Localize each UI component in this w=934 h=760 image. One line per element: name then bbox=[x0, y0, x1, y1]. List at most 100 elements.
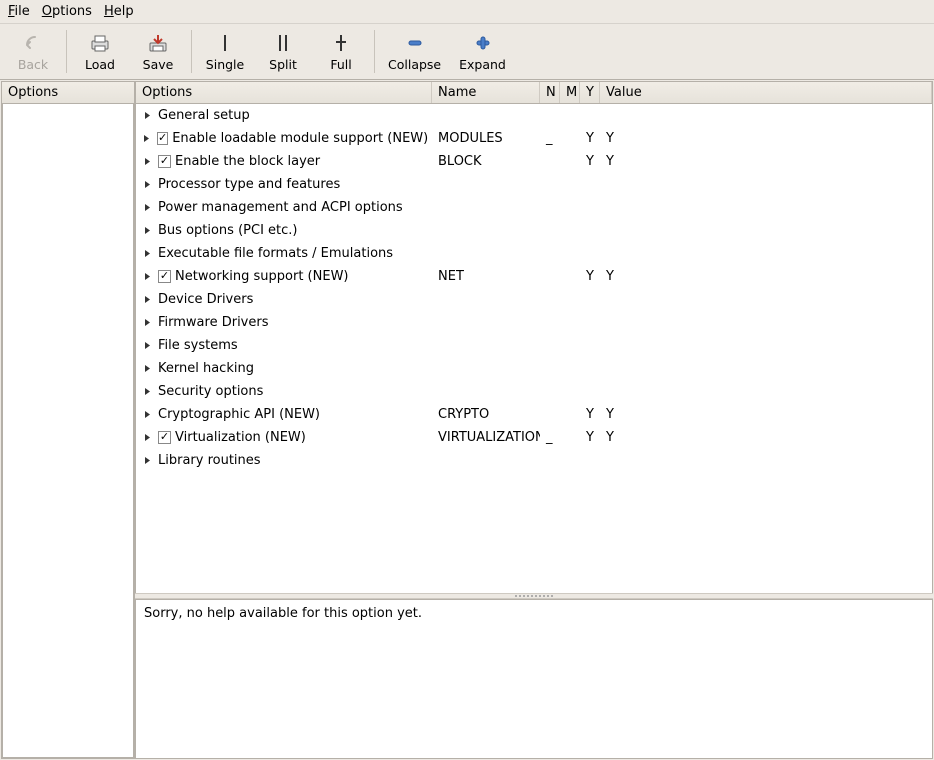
tree-row[interactable]: Device Drivers bbox=[136, 288, 932, 311]
split-view-button[interactable]: Split bbox=[254, 26, 312, 77]
help-text: Sorry, no help available for this option… bbox=[144, 606, 422, 621]
tree-row[interactable]: Executable file formats / Emulations bbox=[136, 242, 932, 265]
name-cell: CRYPTO bbox=[432, 407, 540, 422]
expander-icon[interactable] bbox=[142, 134, 151, 144]
tree-row[interactable]: Networking support (NEW)NETYY bbox=[136, 265, 932, 288]
expander-icon[interactable] bbox=[142, 249, 152, 259]
tree-row[interactable]: Virtualization (NEW)VIRTUALIZATION_YY bbox=[136, 426, 932, 449]
col-header-y[interactable]: Y bbox=[580, 82, 600, 103]
option-cell: Kernel hacking bbox=[136, 361, 432, 376]
tree-row[interactable]: Processor type and features bbox=[136, 173, 932, 196]
option-cell: Enable loadable module support (NEW) bbox=[136, 131, 432, 146]
expander-icon[interactable] bbox=[142, 387, 152, 397]
plus-icon bbox=[471, 31, 495, 55]
expander-icon[interactable] bbox=[142, 226, 152, 236]
option-checkbox[interactable] bbox=[158, 431, 171, 444]
value-cell: Y bbox=[600, 154, 932, 169]
option-label: Kernel hacking bbox=[158, 361, 254, 376]
tree-row[interactable]: Bus options (PCI etc.) bbox=[136, 219, 932, 242]
tree-row[interactable]: Cryptographic API (NEW) CRYPTO YY bbox=[136, 403, 932, 426]
left-header-options[interactable]: Options bbox=[2, 82, 134, 103]
expand-button[interactable]: Expand bbox=[450, 26, 515, 77]
right-pane: Options Name N M Y Value General setup En… bbox=[135, 81, 933, 759]
tree-row[interactable]: Kernel hacking bbox=[136, 357, 932, 380]
expander-icon[interactable] bbox=[142, 295, 152, 305]
option-label: File systems bbox=[158, 338, 238, 353]
expander-icon[interactable] bbox=[142, 318, 152, 328]
value-cell: Y bbox=[600, 430, 932, 445]
expander-icon[interactable] bbox=[142, 433, 152, 443]
tree-row[interactable]: Firmware Drivers bbox=[136, 311, 932, 334]
content-area: Options Options Name N M Y Value General… bbox=[0, 80, 934, 760]
option-label: Virtualization (NEW) bbox=[175, 430, 306, 445]
tree-row[interactable]: File systems bbox=[136, 334, 932, 357]
value-cell: Y bbox=[600, 269, 932, 284]
tree-row[interactable]: Security options bbox=[136, 380, 932, 403]
tree-row[interactable]: Library routines bbox=[136, 449, 932, 472]
left-tree-body[interactable] bbox=[2, 104, 134, 758]
tree-row[interactable]: Enable the block layerBLOCKYY bbox=[136, 150, 932, 173]
col-header-m[interactable]: M bbox=[560, 82, 580, 103]
option-cell: General setup bbox=[136, 108, 432, 123]
single-label: Single bbox=[206, 57, 244, 72]
name-cell: MODULES bbox=[432, 131, 540, 146]
y-cell: Y bbox=[580, 407, 600, 422]
expander-icon[interactable] bbox=[142, 180, 152, 190]
col-header-value[interactable]: Value bbox=[600, 82, 932, 103]
expander-icon[interactable] bbox=[142, 272, 152, 282]
option-label: Bus options (PCI etc.) bbox=[158, 223, 297, 238]
load-button[interactable]: Load bbox=[71, 26, 129, 77]
option-cell: Executable file formats / Emulations bbox=[136, 246, 432, 261]
full-label: Full bbox=[330, 57, 351, 72]
n-cell: _ bbox=[540, 430, 560, 445]
option-label: Enable the block layer bbox=[175, 154, 320, 169]
expander-icon[interactable] bbox=[142, 456, 152, 466]
back-arrow-icon bbox=[21, 31, 45, 55]
option-checkbox[interactable] bbox=[157, 132, 168, 145]
col-header-name[interactable]: Name bbox=[432, 82, 540, 103]
option-label: Enable loadable module support (NEW) bbox=[172, 131, 428, 146]
col-header-n[interactable]: N bbox=[540, 82, 560, 103]
name-cell: BLOCK bbox=[432, 154, 540, 169]
tree-row[interactable]: General setup bbox=[136, 104, 932, 127]
single-view-button[interactable]: Single bbox=[196, 26, 254, 77]
option-cell: Security options bbox=[136, 384, 432, 399]
expander-icon[interactable] bbox=[142, 203, 152, 213]
option-cell: Processor type and features bbox=[136, 177, 432, 192]
menu-file[interactable]: File bbox=[8, 4, 30, 19]
value-cell: Y bbox=[600, 407, 932, 422]
tree-row[interactable]: Power management and ACPI options bbox=[136, 196, 932, 219]
back-button: Back bbox=[4, 26, 62, 77]
option-label: Firmware Drivers bbox=[158, 315, 269, 330]
expander-icon[interactable] bbox=[142, 341, 152, 351]
menu-help[interactable]: Help bbox=[104, 4, 134, 19]
help-pane: Sorry, no help available for this option… bbox=[135, 599, 933, 759]
option-label: Cryptographic API (NEW) bbox=[158, 407, 320, 422]
save-button[interactable]: Save bbox=[129, 26, 187, 77]
expander-icon[interactable] bbox=[142, 111, 152, 121]
y-cell: Y bbox=[580, 131, 600, 146]
tree-row[interactable]: Enable loadable module support (NEW) MODU… bbox=[136, 127, 932, 150]
expander-icon[interactable] bbox=[142, 157, 152, 167]
collapse-button[interactable]: Collapse bbox=[379, 26, 450, 77]
n-cell: _ bbox=[540, 131, 560, 146]
menu-options[interactable]: Options bbox=[42, 4, 92, 19]
main-tree-body[interactable]: General setup Enable loadable module supp… bbox=[136, 104, 932, 593]
full-bars-icon bbox=[329, 31, 353, 55]
expander-icon[interactable] bbox=[142, 410, 152, 420]
save-label: Save bbox=[143, 57, 174, 72]
option-label: Device Drivers bbox=[158, 292, 253, 307]
back-label: Back bbox=[18, 57, 48, 72]
expander-icon[interactable] bbox=[142, 364, 152, 374]
option-checkbox[interactable] bbox=[158, 155, 171, 168]
minus-icon bbox=[403, 31, 427, 55]
option-cell: Power management and ACPI options bbox=[136, 200, 432, 215]
option-label: Security options bbox=[158, 384, 263, 399]
split-label: Split bbox=[269, 57, 297, 72]
option-cell: Bus options (PCI etc.) bbox=[136, 223, 432, 238]
option-label: General setup bbox=[158, 108, 250, 123]
y-cell: Y bbox=[580, 430, 600, 445]
col-header-options[interactable]: Options bbox=[136, 82, 432, 103]
option-checkbox[interactable] bbox=[158, 270, 171, 283]
full-view-button[interactable]: Full bbox=[312, 26, 370, 77]
